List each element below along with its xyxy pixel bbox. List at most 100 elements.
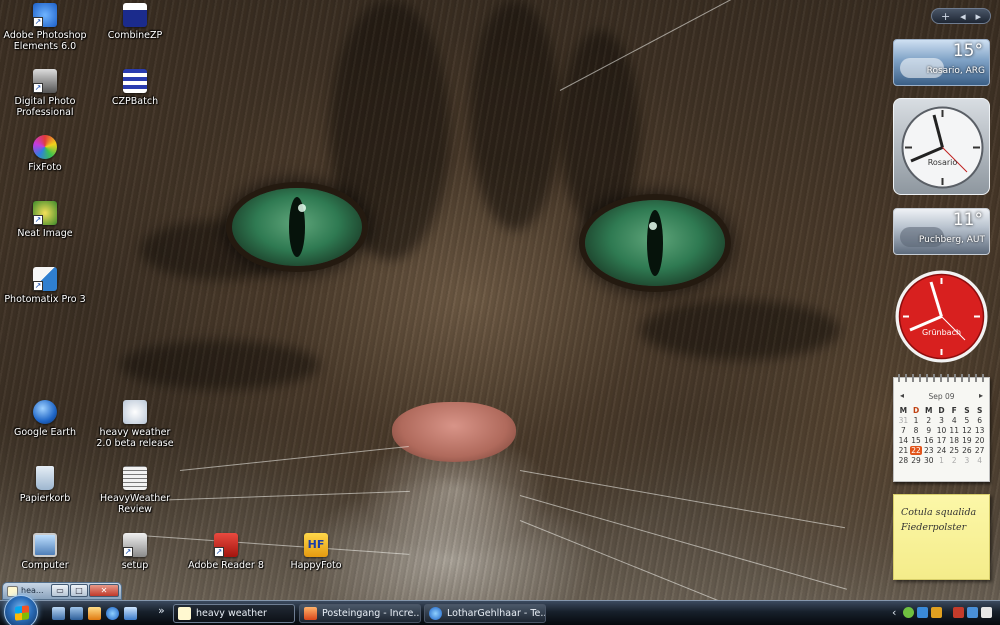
desktop-icon-setup[interactable]: ↗ setup (93, 533, 177, 571)
tray-security-icon[interactable] (953, 607, 964, 618)
calendar-weekday: D (912, 406, 920, 415)
clock-gadget-gruenbach[interactable]: Grünbach (893, 268, 990, 365)
weather-temperature: 11° (952, 210, 983, 230)
photoshop-elements-icon: ↗ (33, 3, 57, 27)
taskbar-button-mail[interactable]: Posteingang - Incre... (299, 604, 421, 623)
quicklaunch-app-icon[interactable] (88, 607, 101, 620)
weather-city: Puchberg, AUT (918, 235, 985, 245)
calendar-day[interactable]: 5 (961, 416, 974, 425)
calendar-day[interactable]: 26 (961, 446, 974, 455)
desktop-icon-happyfoto[interactable]: HF HappyFoto (274, 533, 358, 571)
calendar-day[interactable]: 10 (935, 426, 948, 435)
calendar-day[interactable]: 11 (948, 426, 961, 435)
calendar-day[interactable]: 25 (948, 446, 961, 455)
calendar-day[interactable]: 3 (935, 416, 948, 425)
adobe-reader-icon: ↗ (214, 533, 238, 557)
show-desktop-icon[interactable] (52, 607, 65, 620)
happyfoto-icon: HF (304, 533, 328, 557)
right-eye (585, 200, 725, 286)
calendar-day[interactable]: 9 (922, 426, 935, 435)
calendar-day[interactable]: 17 (935, 436, 948, 445)
quicklaunch-app-icon[interactable] (124, 607, 137, 620)
notes-gadget[interactable]: Cotula squalida Fiederpolster (893, 494, 990, 580)
quicklaunch-overflow-button[interactable]: » (158, 604, 165, 617)
calendar-day[interactable]: 29 (910, 456, 923, 465)
weather-gadget-rosario[interactable]: 15° Rosario, ARG (893, 39, 990, 86)
taskbar-button-heavy-weather[interactable]: heavy weather (173, 604, 295, 623)
add-gadget-button[interactable]: + (941, 10, 950, 23)
analog-clock-face: Rosario (901, 106, 984, 189)
calendar-day[interactable]: 24 (935, 446, 948, 455)
calendar-day[interactable]: 4 (973, 456, 986, 465)
cat-nose (392, 402, 516, 462)
calendar-day[interactable]: 23 (922, 446, 935, 455)
calendar-day[interactable]: 18 (948, 436, 961, 445)
start-button[interactable] (4, 595, 38, 625)
calendar-day[interactable]: 1 (935, 456, 948, 465)
desktop-icon-photomatix[interactable]: ↗ Photomatix Pro 3 (3, 267, 87, 305)
switch-windows-icon[interactable] (70, 607, 83, 620)
calendar-gadget[interactable]: ◂ Sep 09 ▸ M D M D F S S 31 1 2 3 4 5 6 7 8 9 10 11 12 13 14 1… (893, 374, 990, 482)
desktop-icon-czpbatch[interactable]: CZPBatch (93, 69, 177, 107)
next-gadgets-button[interactable]: ▸ (976, 10, 982, 23)
desktop-icon-heavy-weather[interactable]: heavy weather 2.0 beta release (93, 400, 177, 449)
calendar-day[interactable]: 6 (973, 416, 986, 425)
combinezp-icon (123, 3, 147, 27)
calendar-day[interactable]: 21 (897, 446, 910, 455)
weather-temperature: 15° (952, 41, 983, 61)
calendar-day[interactable]: 13 (973, 426, 986, 435)
heavy-weather-icon (178, 607, 191, 620)
desktop-icon-digital-photo-professional[interactable]: ↗ Digital Photo Professional (3, 69, 87, 118)
calendar-day[interactable]: 19 (961, 436, 974, 445)
analog-clock-face: Grünbach (895, 270, 988, 363)
calendar-day[interactable]: 8 (910, 426, 923, 435)
calendar-day[interactable]: 14 (897, 436, 910, 445)
taskbar-button-browser[interactable]: LotharGehlhaar - Te... (424, 604, 546, 623)
tray-network-icon[interactable] (917, 607, 928, 618)
tray-volume-icon[interactable] (981, 607, 992, 618)
calendar-day[interactable]: 12 (961, 426, 974, 435)
calendar-weekday: M (899, 406, 908, 415)
digital-photo-pro-icon: ↗ (33, 69, 57, 93)
google-earth-icon (33, 400, 57, 424)
desktop-icon-heavyweather-review[interactable]: HeavyWeather Review (93, 466, 177, 515)
weather-gadget-puchberg[interactable]: 11° Puchberg, AUT (893, 208, 990, 255)
calendar-next-icon[interactable]: ▸ (979, 391, 983, 400)
calendar-day[interactable]: 4 (948, 416, 961, 425)
prev-gadgets-button[interactable]: ◂ (960, 10, 966, 23)
close-button[interactable]: ✕ (89, 584, 119, 597)
calendar-day[interactable]: 7 (897, 426, 910, 435)
calendar-day[interactable]: 16 (922, 436, 935, 445)
desktop-icon-fixfoto[interactable]: FixFoto (3, 135, 87, 173)
internet-explorer-icon[interactable] (106, 607, 119, 620)
tray-app-icon[interactable] (903, 607, 914, 618)
calendar-day[interactable]: 31 (897, 416, 910, 425)
calendar-day[interactable]: 30 (922, 456, 935, 465)
calendar-day[interactable]: 2 (922, 416, 935, 425)
tray-app-icon[interactable] (931, 607, 942, 618)
calendar-day[interactable]: 22 (909, 446, 923, 455)
tray-expand-button[interactable]: ‹ (892, 606, 896, 619)
desktop-icon-neat-image[interactable]: ↗ Neat Image (3, 201, 87, 239)
desktop-icon-photoshop-elements[interactable]: ↗ Adobe Photoshop Elements 6.0 (3, 3, 87, 52)
desktop-icon-computer[interactable]: Computer (3, 533, 87, 571)
calendar-day[interactable]: 15 (910, 436, 923, 445)
desktop-icon-combinezp[interactable]: CombineZP (93, 3, 177, 41)
tray-network-icon[interactable] (967, 607, 978, 618)
desktop-icon-adobe-reader[interactable]: ↗ Adobe Reader 8 (184, 533, 268, 571)
desktop-icon-google-earth[interactable]: Google Earth (3, 400, 87, 438)
calendar-day[interactable]: 28 (897, 456, 910, 465)
calendar-day[interactable]: 3 (961, 456, 974, 465)
clock-gadget-rosario[interactable]: Rosario (893, 98, 990, 195)
maximize-button[interactable]: □ (70, 584, 88, 597)
calendar-day[interactable]: 2 (948, 456, 961, 465)
calendar-day[interactable]: 27 (973, 446, 986, 455)
mail-icon (304, 607, 317, 620)
heavy-weather-icon (123, 400, 147, 424)
desktop-icon-recycle-bin[interactable]: Papierkorb (3, 466, 87, 504)
calendar-weekday: F (951, 406, 957, 415)
recycle-bin-icon (36, 466, 54, 490)
calendar-day[interactable]: 1 (910, 416, 923, 425)
calendar-day[interactable]: 20 (973, 436, 986, 445)
minimize-button[interactable]: ▭ (51, 584, 69, 597)
